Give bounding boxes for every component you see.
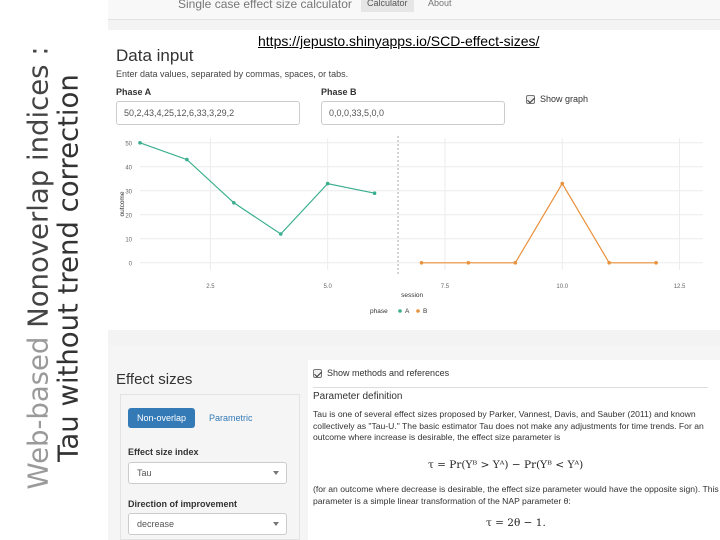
- slide-title: Web-based Nonoverlap indices : Tau witho…: [0, 0, 108, 540]
- y-tick-label: 30: [125, 189, 132, 195]
- legend-marker-A: [398, 309, 402, 313]
- phase-a-label: Phase A: [116, 87, 152, 97]
- effect-index-select[interactable]: Tau: [128, 462, 287, 484]
- legend-label-A: A: [405, 308, 410, 315]
- show-methods-checkbox[interactable]: Show methods and references: [313, 368, 449, 378]
- legend-marker-B: [416, 309, 420, 313]
- formula-nap: τ = 2θ − 1.: [486, 517, 546, 529]
- y-tick-label: 40: [125, 165, 132, 171]
- effect-index-value: Tau: [137, 468, 152, 478]
- app-url-link[interactable]: https://jepusto.shinyapps.io/SCD-effect-…: [258, 33, 539, 49]
- parameter-paragraph-1: Tau is one of several effect sizes propo…: [313, 409, 704, 442]
- data-input-help: Enter data values, separated by commas, …: [116, 69, 349, 79]
- show-graph-label: Show graph: [540, 94, 589, 104]
- app-screenshot: Single case effect size calculator Calcu…: [108, 0, 720, 540]
- chevron-down-icon: [273, 522, 279, 526]
- legend-label-B: B: [423, 308, 427, 315]
- data-point-B: [513, 261, 518, 265]
- effect-index-label: Effect size index: [128, 447, 199, 457]
- checkbox-checked-icon[interactable]: [526, 94, 535, 104]
- show-methods-label: Show methods and references: [327, 368, 450, 378]
- phase-b-label: Phase B: [321, 87, 357, 97]
- formula-tau: τ = Pr(Yᴮ > Yᴬ) − Pr(Yᴮ < Yᴬ): [428, 459, 584, 471]
- data-point-B: [654, 261, 658, 265]
- effect-sizes-heading: Effect sizes: [116, 371, 193, 388]
- series-line-A: [139, 142, 375, 235]
- x-tick-label: 12.5: [674, 284, 686, 290]
- tab-about[interactable]: About: [422, 0, 458, 12]
- title-main: Nonoverlap indices :: [22, 46, 55, 328]
- data-point-B: [466, 261, 471, 265]
- x-tick-label: 7.5: [441, 284, 450, 290]
- series-line-B: [421, 182, 657, 264]
- y-axis-title: outcome: [119, 191, 126, 216]
- data-point-B: [419, 261, 424, 265]
- parameter-definition-heading: Parameter definition: [313, 391, 403, 402]
- legend-title: phase: [370, 308, 388, 315]
- y-tick-label: 0: [129, 261, 133, 267]
- y-tick-label: 20: [125, 213, 132, 219]
- phase-b-input[interactable]: 0,0,0,33,5,0,0: [321, 101, 505, 125]
- show-graph-checkbox[interactable]: Show graph: [526, 94, 588, 104]
- divider: [313, 387, 708, 388]
- tab-parametric[interactable]: Parametric: [200, 408, 262, 428]
- direction-select[interactable]: decrease: [128, 513, 287, 535]
- x-tick-label: 10.0: [556, 284, 568, 290]
- data-point-A: [325, 181, 330, 186]
- checkbox-checked-icon[interactable]: [313, 368, 322, 378]
- direction-label: Direction of improvement: [128, 499, 238, 509]
- y-tick-label: 10: [125, 237, 132, 243]
- data-point-A: [372, 191, 377, 195]
- x-tick-label: 5.0: [323, 284, 332, 290]
- chevron-down-icon: [273, 471, 279, 475]
- data-point-A: [232, 201, 236, 205]
- y-tick-label: 50: [125, 141, 132, 147]
- x-axis-title: session: [401, 292, 423, 299]
- data-point-B: [607, 261, 611, 265]
- x-tick-label: 2.5: [206, 284, 215, 290]
- data-input-heading: Data input: [116, 46, 194, 65]
- title-prefix: Web-based: [22, 336, 55, 490]
- app-brand[interactable]: Single case effect size calculator: [178, 0, 352, 11]
- direction-value: decrease: [137, 519, 175, 529]
- data-point-A: [138, 141, 142, 145]
- phase-a-input[interactable]: 50,2,43,4,25,12,6,33,3,29,2: [116, 101, 300, 125]
- tab-non-overlap[interactable]: Non-overlap: [128, 408, 196, 428]
- data-point-A: [278, 232, 283, 236]
- tab-calculator[interactable]: Calculator: [361, 0, 414, 12]
- data-point-A: [185, 157, 189, 162]
- outcome-chart: 0 10 20 30 40 50 2.5 5.0 7.5 10.0 12.5 session outco…: [119, 136, 703, 315]
- data-point-B: [560, 181, 565, 186]
- navbar: Single case effect size calculator Calcu…: [108, 0, 720, 20]
- parameter-paragraph-2: (for an outcome where decrease is desira…: [313, 484, 719, 506]
- title-line2: Tau without trend correction: [52, 74, 84, 462]
